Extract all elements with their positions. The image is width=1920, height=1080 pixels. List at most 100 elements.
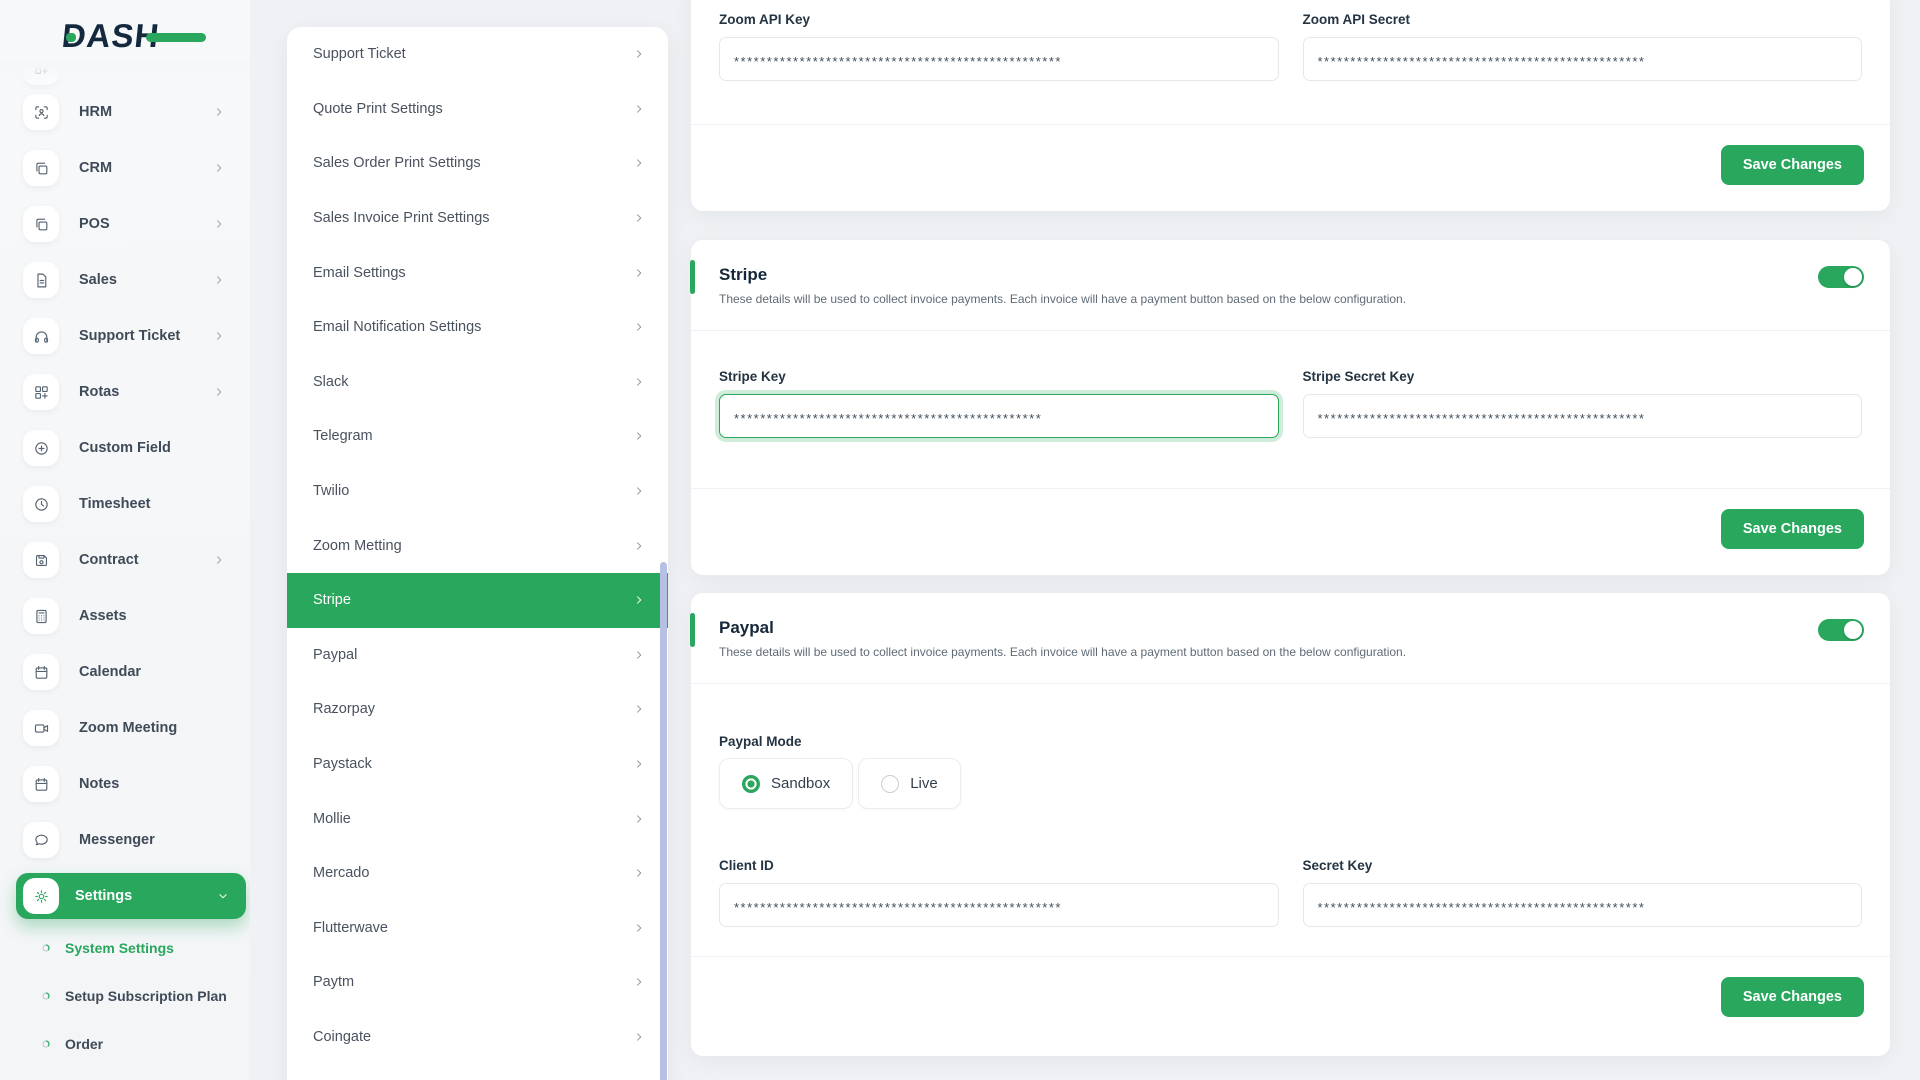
- secret-key-input[interactable]: [1302, 883, 1862, 927]
- settings-menu-item-quote-print-settings[interactable]: Quote Print Settings: [287, 82, 668, 137]
- menu-item-label: Slack: [313, 373, 349, 390]
- settings-menu-item-zoom-metting[interactable]: Zoom Metting: [287, 518, 668, 573]
- app-logo[interactable]: DASH: [60, 14, 206, 58]
- settings-menu-item-paypal[interactable]: Paypal: [287, 628, 668, 683]
- field-label: Stripe Key: [719, 369, 786, 384]
- sidebar-item-rotas[interactable]: Rotas: [0, 364, 250, 420]
- stripe-secret-key-input[interactable]: [1302, 394, 1862, 438]
- settings-menu-item-skrill[interactable]: Skrill: [287, 1064, 668, 1080]
- chevron-right-icon: [632, 757, 646, 771]
- settings-menu-item-mercado[interactable]: Mercado: [287, 846, 668, 901]
- save-changes-button[interactable]: Save Changes: [1720, 145, 1864, 185]
- sidebar-item-settings[interactable]: Settings: [16, 873, 246, 919]
- settings-menu-item-mollie[interactable]: Mollie: [287, 791, 668, 846]
- field-label: Zoom API Key: [719, 12, 811, 27]
- green-accent-bar: [690, 613, 695, 647]
- sidebar-item-label: Sales: [79, 272, 117, 288]
- settings-menu-item-coingate[interactable]: Coingate: [287, 1010, 668, 1065]
- section-description: These details will be used to collect in…: [719, 645, 1407, 659]
- menu-item-label: Quote Print Settings: [313, 100, 443, 117]
- zoom-card-footer: Save Changes: [691, 125, 1890, 211]
- settings-menu-item-stripe[interactable]: Stripe: [287, 572, 668, 628]
- document-icon: [23, 262, 59, 298]
- bullet-icon: [40, 990, 52, 1002]
- settings-menu-item-razorpay[interactable]: Razorpay: [287, 682, 668, 737]
- sidebar-item-label: Notes: [79, 776, 120, 792]
- sidebar-subitem-order[interactable]: Order: [0, 1020, 250, 1068]
- settings-menu-item-slack[interactable]: Slack: [287, 355, 668, 410]
- sidebar-nav-scroll-area[interactable]: HRM CRM POS Sales Support Ticket Rotas Custom …: [0, 60, 250, 1080]
- sidebar-subitem-setup-subscription-plan[interactable]: Setup Subscription Plan: [0, 972, 250, 1020]
- chevron-right-icon: [212, 273, 226, 287]
- sidebar-item-timesheet[interactable]: Timesheet: [0, 476, 250, 532]
- sidebar-item-label: Zoom Meeting: [79, 720, 178, 736]
- settings-menu-item-sales-invoice-print-settings[interactable]: Sales Invoice Print Settings: [287, 191, 668, 246]
- settings-menu-item-paystack[interactable]: Paystack: [287, 737, 668, 792]
- sidebar-item-support-ticket[interactable]: Support Ticket: [0, 308, 250, 364]
- sandbox-radio[interactable]: Sandbox: [719, 758, 854, 809]
- logo-green-dash: [146, 33, 206, 42]
- field-label: Client ID: [719, 858, 774, 873]
- paypal-toggle[interactable]: [1818, 619, 1864, 641]
- paypal-settings-card: Paypal These details will be used to col…: [690, 593, 1890, 1056]
- sidebar-item-notes[interactable]: Notes: [0, 756, 250, 812]
- sidebar-subnav: System Settings Setup Subscription Plan Or…: [0, 924, 250, 1068]
- chevron-right-icon: [632, 266, 646, 280]
- settings-menu-item-email-notification-settings[interactable]: Email Notification Settings: [287, 300, 668, 355]
- sidebar-item-pos[interactable]: POS: [0, 196, 250, 252]
- settings-menu-item-twilio[interactable]: Twilio: [287, 464, 668, 519]
- sidebar-item-calendar[interactable]: Calendar: [0, 644, 250, 700]
- paypal-fields: Client ID Secret Key: [691, 858, 1890, 927]
- menu-item-label: Coingate: [313, 1028, 372, 1045]
- sidebar-nav: HRM CRM POS Sales Support Ticket Rotas Custom …: [0, 84, 250, 919]
- sidebar-item-zoom-meeting[interactable]: Zoom Meeting: [0, 700, 250, 756]
- sidebar-subitem-system-settings[interactable]: System Settings: [0, 924, 250, 972]
- calendar-icon: [23, 654, 59, 690]
- sidebar-item-custom-field[interactable]: Custom Field: [0, 420, 250, 476]
- form-field: Zoom API Secret: [1302, 12, 1862, 81]
- sidebar-item-label: Rotas: [79, 384, 120, 400]
- client-id-input[interactable]: [719, 883, 1279, 927]
- grid-plus-icon: [23, 374, 59, 410]
- primary-sidebar: DASH HRM CRM POS Sales Support Ticket Rotas Cu…: [0, 0, 250, 1080]
- sidebar-item-label: Support Ticket: [79, 328, 181, 344]
- sidebar-item-label: Calendar: [79, 664, 142, 680]
- sidebar-item-label: CRM: [79, 160, 113, 176]
- settings-menu-item-email-settings[interactable]: Email Settings: [287, 245, 668, 300]
- sidebar-item-label: Custom Field: [79, 440, 171, 456]
- chevron-right-icon: [632, 975, 646, 989]
- settings-menu-scrollbar[interactable]: [660, 562, 667, 1080]
- sidebar-item-crm[interactable]: CRM: [0, 140, 250, 196]
- settings-menu-item-support-ticket[interactable]: Support Ticket: [287, 27, 668, 82]
- menu-item-label: Email Settings: [313, 264, 406, 281]
- sidebar-item-sales[interactable]: Sales: [0, 252, 250, 308]
- chevron-right-icon: [632, 156, 646, 170]
- zoom-api-key-input[interactable]: [719, 37, 1279, 81]
- sidebar-item-assets[interactable]: Assets: [0, 588, 250, 644]
- clock-icon: [23, 486, 59, 522]
- stripe-key-input[interactable]: [719, 394, 1279, 438]
- settings-menu-item-flutterwave[interactable]: Flutterwave: [287, 901, 668, 956]
- zoom-api-secret-input[interactable]: [1302, 37, 1862, 81]
- chevron-right-icon: [632, 866, 646, 880]
- sidebar-item-label: Messenger: [79, 832, 155, 848]
- headphones-icon: [23, 318, 59, 354]
- sidebar-item-contract[interactable]: Contract: [0, 532, 250, 588]
- save-changes-button[interactable]: Save Changes: [1720, 509, 1864, 549]
- chevron-right-icon: [212, 105, 226, 119]
- bullet-icon: [40, 942, 52, 954]
- settings-menu-item-telegram[interactable]: Telegram: [287, 409, 668, 464]
- save-changes-button[interactable]: Save Changes: [1720, 977, 1864, 1017]
- paypal-card-footer: Save Changes: [691, 957, 1890, 1043]
- sidebar-item-messenger[interactable]: Messenger: [0, 812, 250, 868]
- stripe-toggle[interactable]: [1818, 266, 1864, 288]
- chevron-right-icon: [632, 648, 646, 662]
- settings-menu-item-paytm[interactable]: Paytm: [287, 955, 668, 1010]
- video-icon: [23, 710, 59, 746]
- live-radio[interactable]: Live: [858, 758, 961, 809]
- settings-menu-item-sales-order-print-settings[interactable]: Sales Order Print Settings: [287, 136, 668, 191]
- field-label: Stripe Secret Key: [1302, 369, 1415, 384]
- menu-item-label: Email Notification Settings: [313, 319, 482, 336]
- menu-item-label: Paystack: [313, 756, 372, 773]
- chevron-right-icon: [632, 1030, 646, 1044]
